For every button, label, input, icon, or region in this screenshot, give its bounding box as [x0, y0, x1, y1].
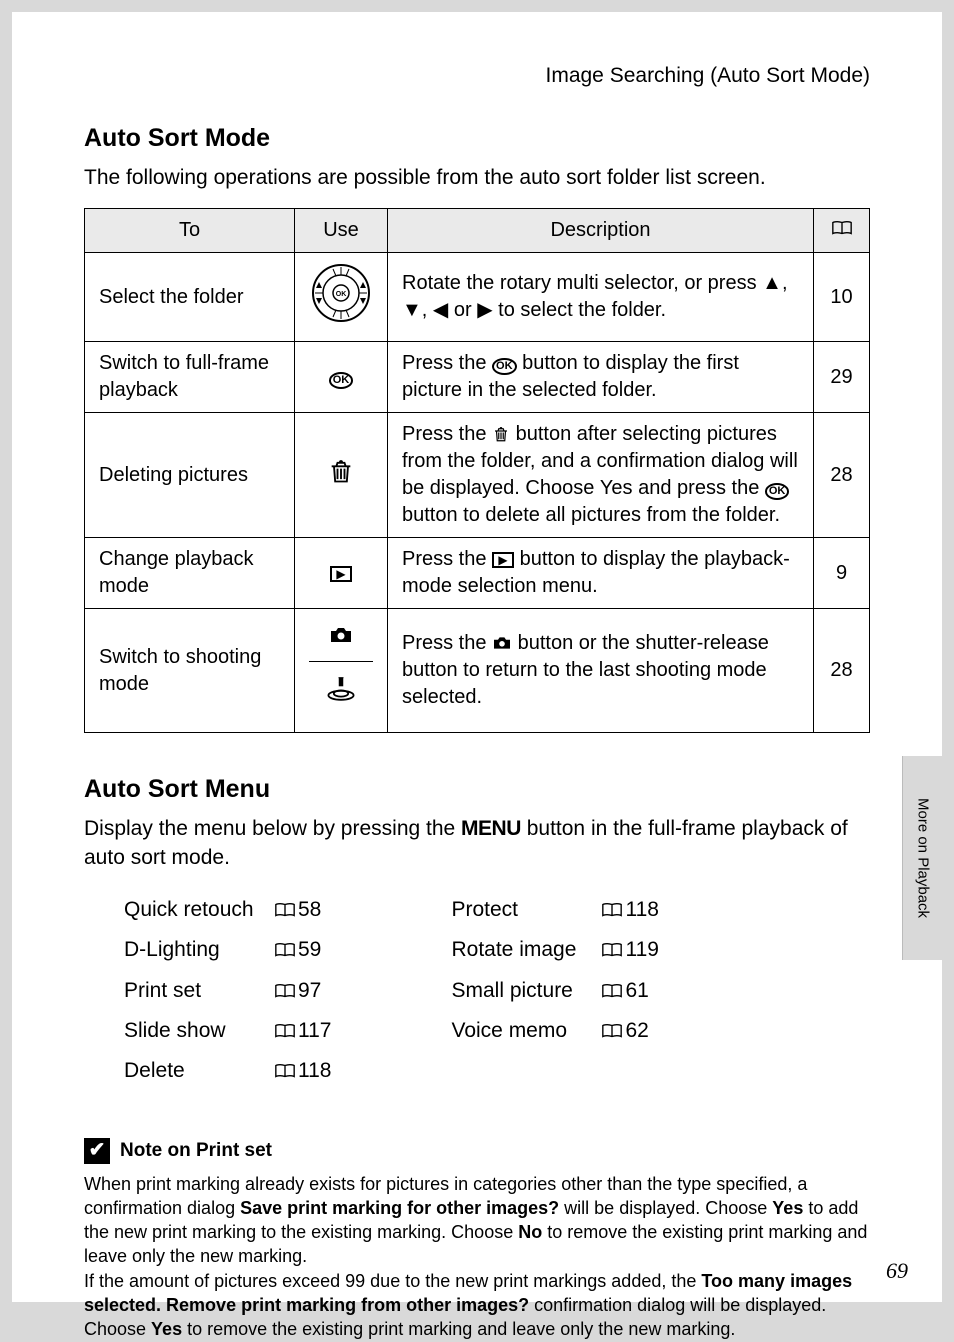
- book-icon: [274, 1063, 296, 1079]
- th-description: Description: [388, 209, 814, 253]
- left-arrow-icon: ◀: [433, 299, 448, 321]
- op-description: Press the ▶ button to display the playba…: [388, 538, 814, 609]
- menu-item: Quick retouch 58: [124, 896, 331, 924]
- op-description: Rotate the rotary multi selector, or pre…: [388, 253, 814, 342]
- book-icon: [831, 220, 853, 236]
- op-description: Press the OK button to display the first…: [388, 342, 814, 413]
- op-page: 9: [814, 538, 870, 609]
- manual-page: Image Searching (Auto Sort Mode) Auto So…: [12, 12, 942, 1302]
- book-icon: [601, 942, 623, 958]
- menu-item: Small picture 61: [451, 977, 658, 1005]
- shutter-release-icon: [323, 670, 359, 708]
- page-header: Image Searching (Auto Sort Mode): [84, 62, 870, 90]
- table-row: Deleting pictures Press the button after…: [85, 413, 870, 538]
- table-row: Change playback mode ▶ Press the ▶ butto…: [85, 538, 870, 609]
- section-title-auto-sort-menu: Auto Sort Menu: [84, 773, 870, 807]
- op-use-icon: [295, 253, 388, 342]
- op-page: 28: [814, 413, 870, 538]
- menu-item: Print set 97: [124, 977, 331, 1005]
- op-use-icon: [295, 609, 388, 733]
- op-page: 28: [814, 609, 870, 733]
- menu-button-label: MENU: [461, 817, 521, 840]
- menu-item-label: Quick retouch: [124, 896, 254, 924]
- th-page-ref: [814, 209, 870, 253]
- down-arrow-icon: ▼: [402, 299, 422, 321]
- op-use-icon: OK: [295, 342, 388, 413]
- rotary-selector-icon: [309, 261, 373, 325]
- menu-item-page: 118: [274, 1057, 331, 1085]
- section-intro: The following operations are possible fr…: [84, 164, 870, 192]
- menu-item: Slide show 117: [124, 1017, 331, 1045]
- menu-item-label: Rotate image: [451, 936, 581, 964]
- menu-list: Quick retouch 58 D-Lighting 59 Print set 97 Sl…: [84, 896, 870, 1098]
- book-icon: [601, 902, 623, 918]
- op-to: Switch to full-frame playback: [85, 342, 295, 413]
- trash-icon: [492, 425, 510, 443]
- operations-table: To Use Description Select the folder Rot…: [84, 208, 870, 733]
- menu-item-page: 97: [274, 977, 321, 1005]
- ok-button-icon: OK: [492, 358, 517, 375]
- menu-item-label: Small picture: [451, 977, 581, 1005]
- op-page: 10: [814, 253, 870, 342]
- menu-item-label: D-Lighting: [124, 936, 254, 964]
- playback-icon: ▶: [492, 552, 514, 568]
- menu-item-label: Protect: [451, 896, 581, 924]
- th-use: Use: [295, 209, 388, 253]
- note-box: ✔ Note on Print set When print marking a…: [84, 1130, 870, 1342]
- menu-item-label: Print set: [124, 977, 254, 1005]
- menu-item-page: 62: [601, 1017, 648, 1045]
- page-number: 69: [886, 1256, 908, 1286]
- op-to: Switch to shooting mode: [85, 609, 295, 733]
- menu-column: Protect 118 Rotate image 119 Small picture 61…: [451, 896, 658, 1098]
- table-row: Switch to shooting mode Press the button…: [85, 609, 870, 733]
- camera-icon: [492, 635, 512, 651]
- table-row: Switch to full-frame playback OK Press t…: [85, 342, 870, 413]
- menu-item: Rotate image 119: [451, 936, 658, 964]
- menu-item-label: Slide show: [124, 1017, 254, 1045]
- trash-icon: [327, 457, 355, 485]
- up-arrow-icon: ▲: [762, 272, 782, 294]
- th-to: To: [85, 209, 295, 253]
- side-tab-label: More on Playback: [912, 798, 932, 918]
- menu-item: D-Lighting 59: [124, 936, 331, 964]
- side-tab: More on Playback: [902, 756, 942, 960]
- book-icon: [274, 902, 296, 918]
- op-to: Select the folder: [85, 253, 295, 342]
- section-intro: Display the menu below by pressing the M…: [84, 815, 870, 872]
- op-description: Press the button after selecting picture…: [388, 413, 814, 538]
- menu-item-page: 58: [274, 896, 321, 924]
- book-icon: [601, 1023, 623, 1039]
- note-heading: ✔ Note on Print set: [84, 1138, 870, 1164]
- menu-item-page: 118: [601, 896, 658, 924]
- ok-button-icon: OK: [329, 372, 354, 389]
- camera-icon: [329, 625, 353, 645]
- section-title-auto-sort-mode: Auto Sort Mode: [84, 122, 870, 156]
- menu-item-page: 61: [601, 977, 648, 1005]
- op-to: Deleting pictures: [85, 413, 295, 538]
- right-arrow-icon: ▶: [477, 299, 492, 321]
- menu-item-label: Delete: [124, 1057, 254, 1085]
- ok-button-icon: OK: [765, 483, 790, 500]
- menu-item: Protect 118: [451, 896, 658, 924]
- menu-item-label: Voice memo: [451, 1017, 581, 1045]
- book-icon: [601, 983, 623, 999]
- book-icon: [274, 1023, 296, 1039]
- op-to: Change playback mode: [85, 538, 295, 609]
- menu-item-page: 59: [274, 936, 321, 964]
- menu-item-page: 119: [601, 936, 658, 964]
- menu-item: Voice memo 62: [451, 1017, 658, 1045]
- op-description: Press the button or the shutter-release …: [388, 609, 814, 733]
- caution-icon: ✔: [84, 1138, 110, 1164]
- book-icon: [274, 983, 296, 999]
- book-icon: [274, 942, 296, 958]
- note-body: When print marking already exists for pi…: [84, 1172, 870, 1342]
- op-use-icon: [295, 413, 388, 538]
- menu-item: Delete 118: [124, 1057, 331, 1085]
- menu-column: Quick retouch 58 D-Lighting 59 Print set 97 Sl…: [124, 896, 331, 1098]
- op-page: 29: [814, 342, 870, 413]
- menu-item-page: 117: [274, 1017, 331, 1045]
- op-use-icon: ▶: [295, 538, 388, 609]
- table-row: Select the folder Rotate the rotary mult…: [85, 253, 870, 342]
- playback-icon: ▶: [330, 566, 352, 582]
